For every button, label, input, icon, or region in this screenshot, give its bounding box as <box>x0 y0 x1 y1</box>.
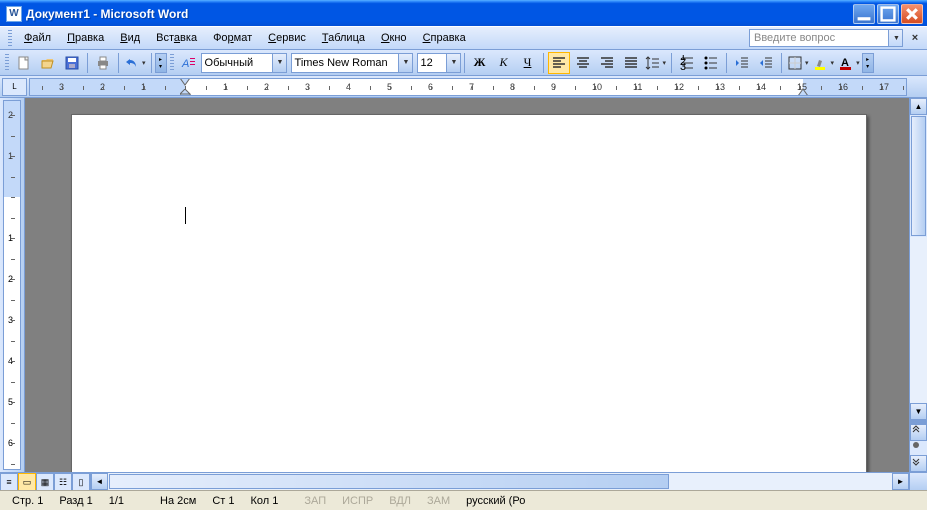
font-size-dropdown[interactable]: ▼ <box>447 53 461 73</box>
status-pages: 1/1 <box>101 492 132 510</box>
styles-pane-button[interactable]: A <box>178 52 200 74</box>
borders-button[interactable]: ▾ <box>786 52 810 74</box>
font-combo[interactable]: Times New Roman <box>291 53 399 73</box>
workarea: 2112345678910 ▲ ▼ <box>0 98 927 472</box>
status-col: Кол 1 <box>242 492 286 510</box>
line-spacing-button[interactable]: ▾ <box>644 52 668 74</box>
page[interactable] <box>71 114 867 472</box>
hscroll-thumb[interactable] <box>109 474 669 489</box>
numbering-button[interactable]: 123 <box>676 52 698 74</box>
right-indent-icon[interactable] <box>798 89 814 96</box>
menu-вставка[interactable]: Вставка <box>148 28 205 48</box>
vertical-scrollbar[interactable]: ▲ ▼ <box>909 98 927 472</box>
svg-text:A: A <box>181 58 189 70</box>
status-at: На 2см <box>152 492 204 510</box>
new-doc-button[interactable] <box>13 52 35 74</box>
horizontal-ruler[interactable]: 3211234567891011121314151617 <box>29 78 907 96</box>
open-button[interactable] <box>37 52 59 74</box>
style-combo[interactable]: Обычный <box>201 53 273 73</box>
text-cursor <box>185 207 186 224</box>
window-title: Документ1 - Microsoft Word <box>26 7 853 21</box>
style-combo-dropdown[interactable]: ▼ <box>273 53 287 73</box>
next-page-button[interactable] <box>910 455 927 472</box>
format-toolbar-grip[interactable] <box>170 54 174 72</box>
status-rec[interactable]: ЗАП <box>296 492 334 510</box>
toolbar: ▾ ▸▾ A Обычный ▼ Times New Roman ▼ 12 ▼ … <box>0 50 927 76</box>
status-line: Ст 1 <box>204 492 242 510</box>
toolbar-overflow[interactable]: ▸▾ <box>155 53 167 73</box>
menu-файл[interactable]: Файл <box>16 28 59 48</box>
font-combo-dropdown[interactable]: ▼ <box>399 53 413 73</box>
scroll-up-button[interactable]: ▲ <box>910 98 927 115</box>
reading-view-button[interactable]: ▯ <box>72 473 90 491</box>
increase-indent-button[interactable] <box>755 52 777 74</box>
statusbar: Стр. 1 Разд 1 1/1 На 2см Ст 1 Кол 1 ЗАП … <box>0 490 927 510</box>
format-toolbar-overflow[interactable]: ▸▾ <box>862 53 874 73</box>
horizontal-scrollbar[interactable]: ◄ ► <box>91 473 909 490</box>
document-area[interactable] <box>25 98 909 472</box>
close-document-button[interactable]: × <box>907 32 923 44</box>
font-color-button[interactable]: A▾ <box>837 52 861 74</box>
vertical-ruler[interactable]: 2112345678910 <box>3 100 21 470</box>
maximize-button[interactable] <box>877 4 899 24</box>
menubar: ФайлПравкаВидВставкаФорматСервисТаблицаО… <box>0 26 927 50</box>
outline-view-button[interactable]: ☷ <box>54 473 72 491</box>
align-justify-button[interactable] <box>620 52 642 74</box>
italic-button[interactable]: К <box>493 52 515 74</box>
align-right-button[interactable] <box>596 52 618 74</box>
prev-page-button[interactable] <box>910 424 927 441</box>
print-layout-view-button[interactable]: ▭ <box>18 473 36 491</box>
bullets-button[interactable] <box>700 52 722 74</box>
web-layout-view-button[interactable]: ▦ <box>36 473 54 491</box>
status-page: Стр. 1 <box>4 492 51 510</box>
help-question-dropdown[interactable]: ▼ <box>889 29 903 47</box>
save-button[interactable] <box>61 52 83 74</box>
menu-формат[interactable]: Формат <box>205 28 260 48</box>
toolbar-grip[interactable] <box>5 54 9 72</box>
normal-view-button[interactable]: ≡ <box>0 473 18 491</box>
browse-object-button[interactable] <box>910 441 927 455</box>
undo-button[interactable]: ▾ <box>123 52 147 74</box>
scroll-left-button[interactable]: ◄ <box>91 473 108 490</box>
hanging-indent-icon[interactable] <box>180 89 196 96</box>
menu-правка[interactable]: Правка <box>59 28 112 48</box>
menubar-grip[interactable] <box>8 30 12 46</box>
decrease-indent-button[interactable] <box>731 52 753 74</box>
menu-справка[interactable]: Справка <box>415 28 474 48</box>
print-button[interactable] <box>92 52 114 74</box>
status-ext[interactable]: ВДЛ <box>381 492 419 510</box>
ruler-row: L 3211234567891011121314151617 <box>0 76 927 98</box>
align-center-button[interactable] <box>572 52 594 74</box>
status-language[interactable]: русский (Ро <box>458 492 533 510</box>
status-section: Разд 1 <box>51 492 100 510</box>
scroll-right-button[interactable]: ► <box>892 473 909 490</box>
titlebar: W Документ1 - Microsoft Word <box>0 0 927 26</box>
help-question-input[interactable]: Введите вопрос <box>749 29 889 47</box>
menu-таблица[interactable]: Таблица <box>314 28 373 48</box>
close-button[interactable] <box>901 4 923 24</box>
font-size-combo[interactable]: 12 <box>417 53 447 73</box>
status-trk[interactable]: ИСПР <box>334 492 381 510</box>
bottom-row: ≡ ▭ ▦ ☷ ▯ ◄ ► <box>0 472 927 490</box>
minimize-button[interactable] <box>853 4 875 24</box>
status-ovr[interactable]: ЗАМ <box>419 492 458 510</box>
scroll-thumb[interactable] <box>911 116 926 236</box>
highlight-button[interactable]: ▾ <box>812 52 836 74</box>
menu-сервис[interactable]: Сервис <box>260 28 314 48</box>
underline-button[interactable]: Ч <box>517 52 539 74</box>
menu-вид[interactable]: Вид <box>112 28 148 48</box>
tab-selector[interactable]: L <box>2 78 27 96</box>
align-left-button[interactable] <box>548 52 570 74</box>
scroll-down-button[interactable]: ▼ <box>910 403 927 420</box>
bold-button[interactable]: Ж <box>469 52 491 74</box>
menu-окно[interactable]: Окно <box>373 28 415 48</box>
word-app-icon: W <box>6 6 22 22</box>
